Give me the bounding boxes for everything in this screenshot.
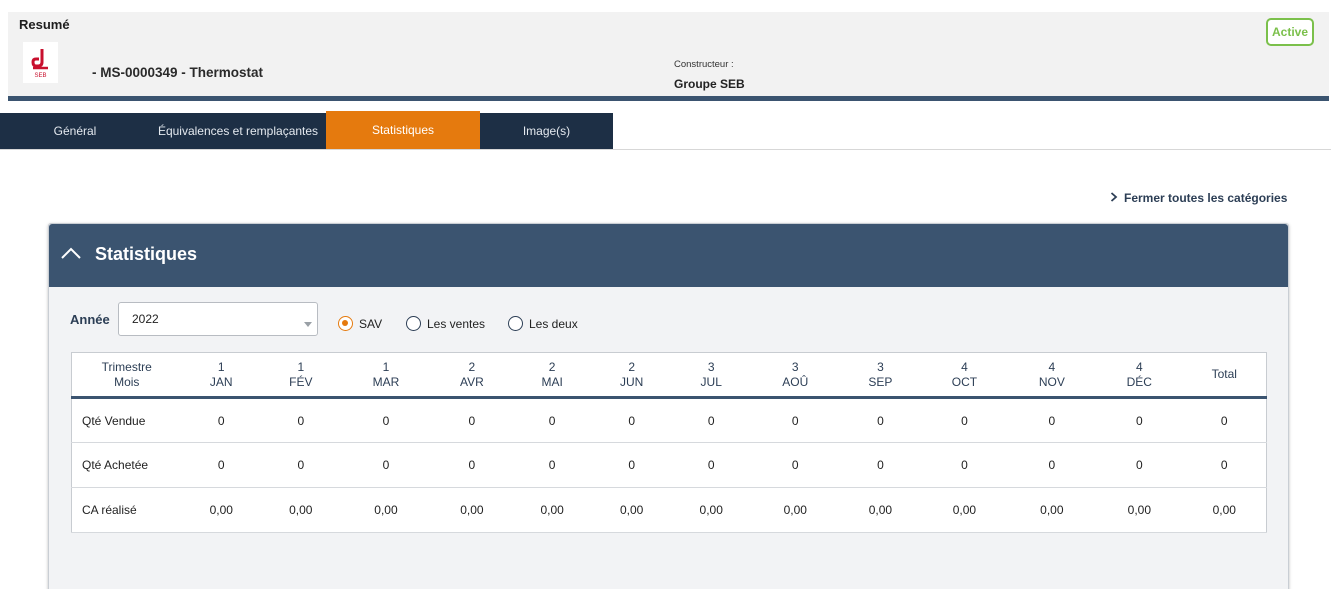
header-trimestre: Trimestre bbox=[101, 359, 152, 374]
table-cell: 0,00 bbox=[591, 487, 672, 533]
chevron-right-icon bbox=[1110, 191, 1118, 205]
table-cell: 0 bbox=[431, 442, 513, 488]
column-header: 1 MAR bbox=[340, 352, 432, 399]
header-mois: Mois bbox=[114, 374, 140, 389]
column-header: 4 NOV bbox=[1007, 352, 1097, 399]
tab-images[interactable]: Image(s) bbox=[480, 113, 613, 149]
table-cell: 0 bbox=[431, 397, 513, 443]
row-label: CA réalisé bbox=[71, 487, 182, 533]
column-header: 3 AOÛ bbox=[750, 352, 840, 399]
table-cell: 0 bbox=[839, 397, 922, 443]
table-cell: 0 bbox=[671, 397, 751, 443]
column-header: 2 MAI bbox=[512, 352, 592, 399]
year-select-value: 2022 bbox=[132, 312, 159, 326]
summary-title: Resumé bbox=[19, 17, 70, 32]
constructeur-value: Groupe SEB bbox=[674, 77, 745, 91]
table-cell: 0,00 bbox=[839, 487, 922, 533]
column-header: 2 AVR bbox=[431, 352, 513, 399]
column-header: 4 OCT bbox=[921, 352, 1008, 399]
tab-equivalences[interactable]: Équivalences et remplaçantes bbox=[150, 113, 326, 149]
table-cell: 0,00 bbox=[261, 487, 341, 533]
table-cell: 0,00 bbox=[1096, 487, 1183, 533]
table-cell: 0 bbox=[750, 442, 840, 488]
row-label: Qté Vendue bbox=[71, 397, 182, 443]
table-row: Qté Vendue 0 0 0 0 0 0 0 0 0 0 0 0 0 bbox=[71, 397, 1267, 443]
table-header-row: Trimestre Mois 1 JAN 1 FÉV 1 MAR 2 AVR 2 MAI … bbox=[71, 352, 1267, 399]
table-cell: 0 bbox=[1096, 442, 1183, 488]
year-select[interactable]: 2022 bbox=[118, 302, 318, 336]
table-cell: 0 bbox=[512, 397, 592, 443]
radio-selected-icon bbox=[338, 316, 353, 331]
radio-les-ventes-label: Les ventes bbox=[427, 316, 486, 331]
chevron-up-icon[interactable] bbox=[60, 243, 82, 265]
table-cell: 0,00 bbox=[671, 487, 751, 533]
column-header: 1 JAN bbox=[181, 352, 262, 399]
brand-logo-text: SEB bbox=[34, 73, 46, 79]
table-cell: 0,00 bbox=[340, 487, 432, 533]
table-cell: 0,00 bbox=[181, 487, 262, 533]
radio-sav[interactable]: SAV bbox=[338, 316, 382, 331]
radio-les-deux-label: Les deux bbox=[529, 316, 578, 331]
table-cell: 0 bbox=[750, 397, 840, 443]
tab-underline bbox=[0, 149, 1331, 150]
table-cell: 0 bbox=[591, 397, 672, 443]
table-row: CA réalisé 0,00 0,00 0,00 0,00 0,00 0,00… bbox=[71, 487, 1267, 533]
row-label: Qté Achetée bbox=[71, 442, 182, 488]
column-header: 3 SEP bbox=[839, 352, 922, 399]
column-header: 3 JUL bbox=[671, 352, 751, 399]
close-all-label: Fermer toutes les catégories bbox=[1124, 191, 1288, 205]
table-cell: 0 bbox=[921, 397, 1008, 443]
radio-unselected-icon bbox=[508, 316, 523, 331]
page: Resumé SEB - MS-0000349 - Thermostat Con… bbox=[0, 0, 1331, 589]
table-cell: 0 bbox=[1007, 397, 1097, 443]
radio-les-ventes[interactable]: Les ventes bbox=[406, 316, 485, 331]
table-cell: 0 bbox=[340, 442, 432, 488]
tab-bar: Général Équivalences et remplaçantes Sta… bbox=[0, 111, 613, 149]
statistics-table: Trimestre Mois 1 JAN 1 FÉV 1 MAR 2 AVR 2 MAI … bbox=[71, 352, 1267, 533]
statistics-panel: Statistiques Année 2022 SAV Les ventes L… bbox=[48, 223, 1289, 589]
radio-sav-label: SAV bbox=[359, 316, 383, 331]
table-cell: 0 bbox=[340, 397, 432, 443]
table-cell: 0 bbox=[921, 442, 1008, 488]
statistics-panel-header[interactable]: Statistiques bbox=[49, 224, 1288, 287]
table-cell: 0,00 bbox=[750, 487, 840, 533]
column-header-total: Total bbox=[1182, 352, 1267, 399]
table-cell: 0,00 bbox=[431, 487, 513, 533]
table-cell: 0 bbox=[671, 442, 751, 488]
table-cell: 0 bbox=[591, 442, 672, 488]
table-cell: 0 bbox=[181, 397, 262, 443]
status-badge: Active bbox=[1266, 18, 1314, 46]
close-all-categories-link[interactable]: Fermer toutes les catégories bbox=[1110, 191, 1287, 205]
caret-down-icon bbox=[304, 322, 312, 327]
brand-logo: SEB bbox=[23, 42, 58, 83]
table-cell: 0,00 bbox=[512, 487, 592, 533]
constructeur-label: Constructeur : bbox=[674, 59, 734, 70]
radio-unselected-icon bbox=[406, 316, 421, 331]
tab-general[interactable]: Général bbox=[0, 113, 150, 149]
summary-header bbox=[8, 12, 1329, 101]
table-cell: 0 bbox=[181, 442, 262, 488]
header-divider bbox=[8, 96, 1329, 101]
header-trimestre-mois: Trimestre Mois bbox=[71, 352, 182, 399]
column-header: 1 FÉV bbox=[261, 352, 341, 399]
radio-les-deux[interactable]: Les deux bbox=[508, 316, 578, 331]
table-row: Qté Achetée 0 0 0 0 0 0 0 0 0 0 0 0 0 bbox=[71, 442, 1267, 488]
column-header: 2 JUN bbox=[591, 352, 672, 399]
table-cell: 0,00 bbox=[921, 487, 1008, 533]
table-cell: 0 bbox=[261, 442, 341, 488]
table-cell-total: 0 bbox=[1182, 442, 1267, 488]
table-cell: 0 bbox=[512, 442, 592, 488]
panel-title: Statistiques bbox=[95, 244, 198, 264]
table-cell: 0 bbox=[261, 397, 341, 443]
table-cell-total: 0,00 bbox=[1182, 487, 1267, 533]
table-cell: 0 bbox=[1007, 442, 1097, 488]
tab-statistiques[interactable]: Statistiques bbox=[326, 111, 480, 149]
product-title: - MS-0000349 - Thermostat bbox=[92, 65, 264, 80]
table-cell-total: 0 bbox=[1182, 397, 1267, 443]
column-header: 4 DÉC bbox=[1096, 352, 1183, 399]
year-label: Année bbox=[70, 312, 110, 327]
table-cell: 0 bbox=[1096, 397, 1183, 443]
table-cell: 0 bbox=[839, 442, 922, 488]
table-cell: 0,00 bbox=[1007, 487, 1097, 533]
